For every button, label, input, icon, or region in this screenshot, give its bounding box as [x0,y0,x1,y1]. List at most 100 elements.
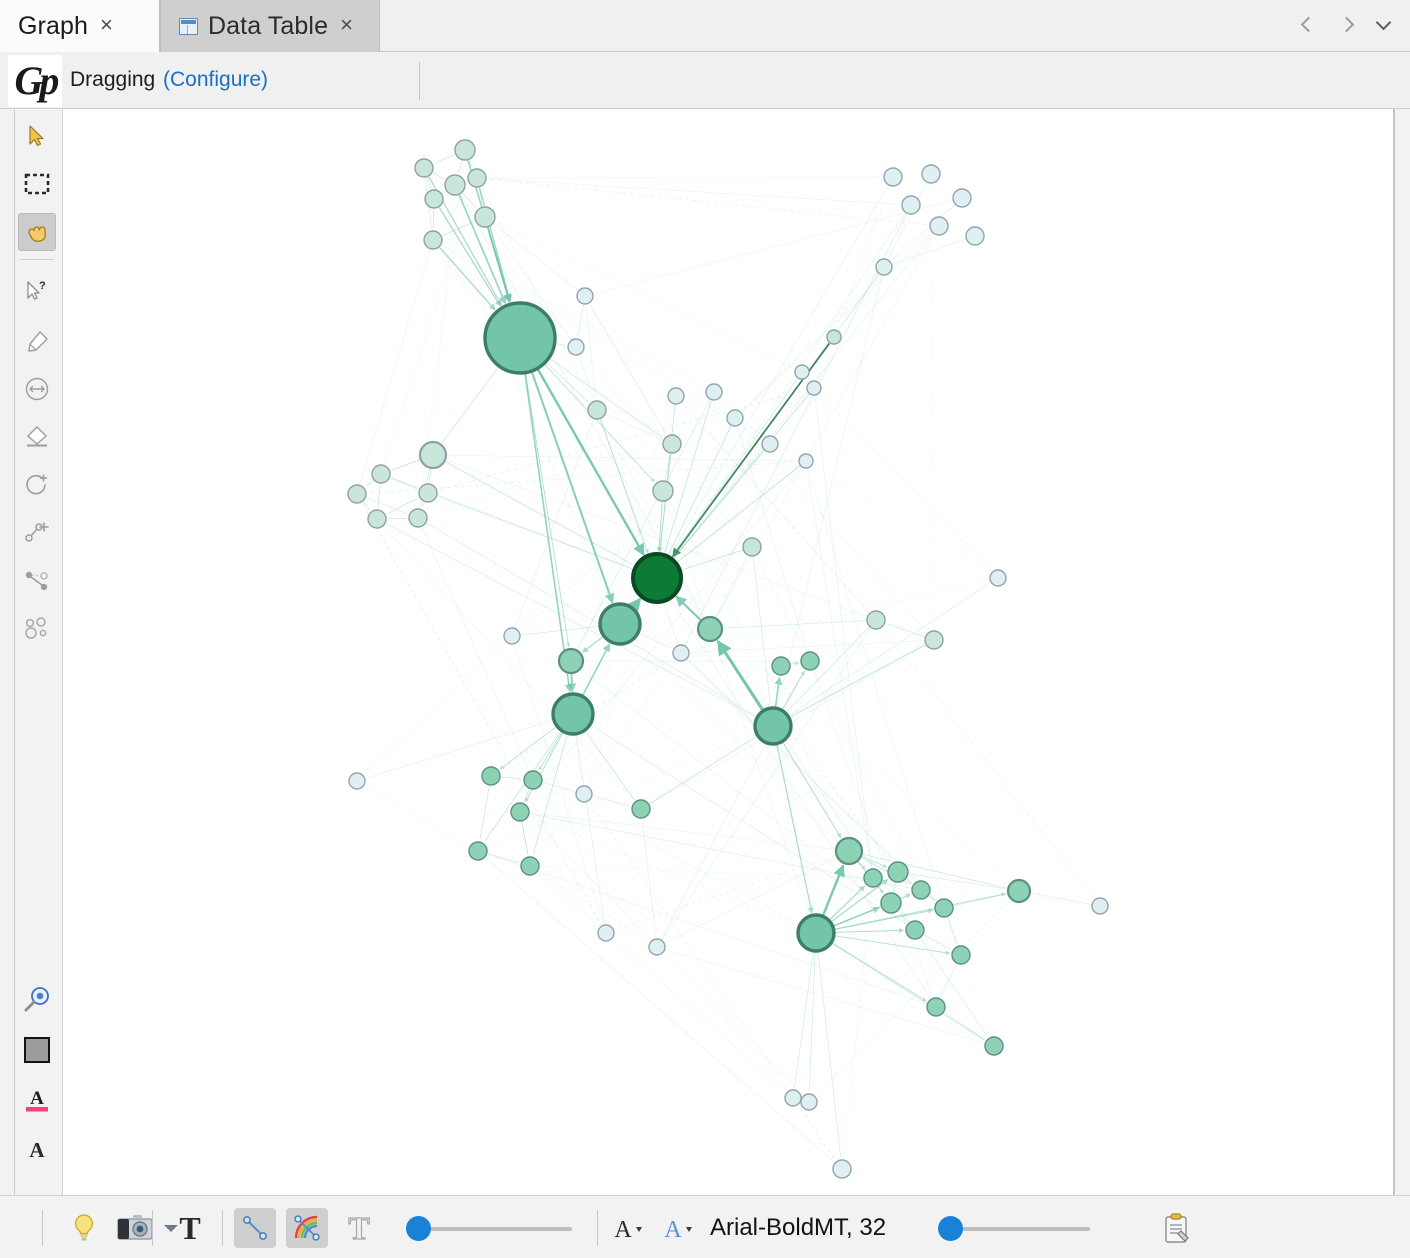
graph-node[interactable] [753,706,793,746]
graph-node[interactable] [444,174,466,196]
select-cursor-tool[interactable] [18,117,56,155]
graph-node[interactable] [726,409,744,427]
graph-node[interactable] [652,480,674,502]
graph-node[interactable] [483,301,557,375]
graph-node[interactable] [597,924,615,942]
graph-node[interactable] [761,435,779,453]
label-size-slider-track[interactable] [962,1227,1090,1231]
tab-data-table-close-icon[interactable]: × [338,12,355,40]
configure-link[interactable]: (Configure) [163,68,268,92]
graph-node[interactable] [929,216,949,236]
graph-node[interactable] [576,287,594,305]
chevron-down-icon[interactable] [1374,14,1396,37]
graph-node[interactable] [523,770,543,790]
graph-node[interactable] [424,189,444,209]
cluster-tool[interactable] [18,609,56,647]
graph-node[interactable] [834,836,864,866]
graph-node[interactable] [1091,897,1109,915]
graph-node[interactable] [771,656,791,676]
node-labels-button[interactable]: T [168,1208,212,1248]
drag-hand-tool[interactable] [18,213,56,251]
graph-node[interactable] [575,785,593,803]
graph-node[interactable] [863,868,883,888]
brush-paint-tool[interactable] [18,323,56,361]
tab-graph-close-icon[interactable]: × [98,12,115,40]
chevron-left-icon[interactable] [1298,15,1320,37]
center-graph-tool[interactable] [18,981,56,1019]
graph-node[interactable] [510,802,530,822]
graph-node[interactable] [875,258,893,276]
graph-node[interactable] [423,230,443,250]
graph-node[interactable] [800,1093,818,1111]
graph-node[interactable] [705,383,723,401]
graph-node[interactable] [481,766,501,786]
graph-node[interactable] [911,880,931,900]
graph-node[interactable] [921,164,941,184]
node-label-color-tool[interactable]: A [18,1081,56,1119]
graph-node[interactable] [696,615,724,643]
graph-node[interactable] [347,484,367,504]
label-size-slider-knob[interactable] [938,1216,963,1241]
graph-node[interactable] [468,841,488,861]
graph-node[interactable] [467,168,487,188]
graph-node[interactable] [880,892,902,914]
graph-node[interactable] [742,537,762,557]
graph-node[interactable] [965,226,985,246]
graph-node[interactable] [631,799,651,819]
graph-node[interactable] [348,772,366,790]
label-color-button[interactable]: A [608,1208,648,1248]
graph-node[interactable] [934,898,954,918]
label-settings-button[interactable] [1158,1208,1196,1248]
graph-node[interactable] [832,1159,852,1179]
edge-labels-button[interactable]: T [338,1208,380,1248]
graph-node[interactable] [672,644,690,662]
paint-bucket-tool[interactable] [18,418,56,456]
label-size-button[interactable]: A [658,1208,698,1248]
label-font-value[interactable]: Arial-BoldMT, 32 [710,1214,886,1242]
graph-node[interactable] [474,206,496,228]
rectangle-select-tool[interactable] [18,165,56,203]
graph-node[interactable] [418,440,448,470]
graph-node[interactable] [901,195,921,215]
graph-node[interactable] [924,630,944,650]
graph-node[interactable] [794,364,810,380]
graph-node[interactable] [951,945,971,965]
graph-node[interactable] [587,400,607,420]
graph-node[interactable] [662,434,682,454]
graph-node[interactable] [667,387,685,405]
graph-canvas[interactable] [63,109,1395,1195]
graph-node[interactable] [796,913,836,953]
lightbulb-button[interactable] [62,1208,106,1248]
graph-node[interactable] [367,509,387,529]
graph-node[interactable] [989,569,1007,587]
graph-node[interactable] [806,380,822,396]
edge-thickness-slider-track[interactable] [424,1227,572,1231]
graph-node[interactable] [371,464,391,484]
show-edges-button[interactable] [234,1208,276,1248]
node-size-tool[interactable] [18,370,56,408]
graph-node[interactable] [952,188,972,208]
network-graph-visualization[interactable] [63,109,1393,1195]
graph-node[interactable] [984,1036,1004,1056]
graph-node[interactable] [503,627,521,645]
add-edge-tool[interactable] [18,513,56,551]
graph-node[interactable] [1006,878,1032,904]
graph-node[interactable] [887,861,909,883]
tab-data-table[interactable]: Data Table × [160,0,380,52]
graph-node[interactable] [798,453,814,469]
graph-node[interactable] [784,1089,802,1107]
graph-node[interactable] [800,651,820,671]
graph-node[interactable] [414,158,434,178]
graph-node[interactable] [926,997,946,1017]
graph-node[interactable] [454,139,476,161]
graph-node[interactable] [567,338,585,356]
edge-thickness-slider-knob[interactable] [406,1216,431,1241]
graph-node[interactable] [905,920,925,940]
rotate-tool[interactable] [18,466,56,504]
node-info-tool[interactable]: ? [18,272,56,310]
edge-label-font-tool[interactable]: A [18,1131,56,1169]
tab-graph[interactable]: Graph × [0,0,160,52]
graph-node[interactable] [648,938,666,956]
graph-node[interactable] [826,329,842,345]
chevron-right-icon[interactable] [1336,15,1358,37]
